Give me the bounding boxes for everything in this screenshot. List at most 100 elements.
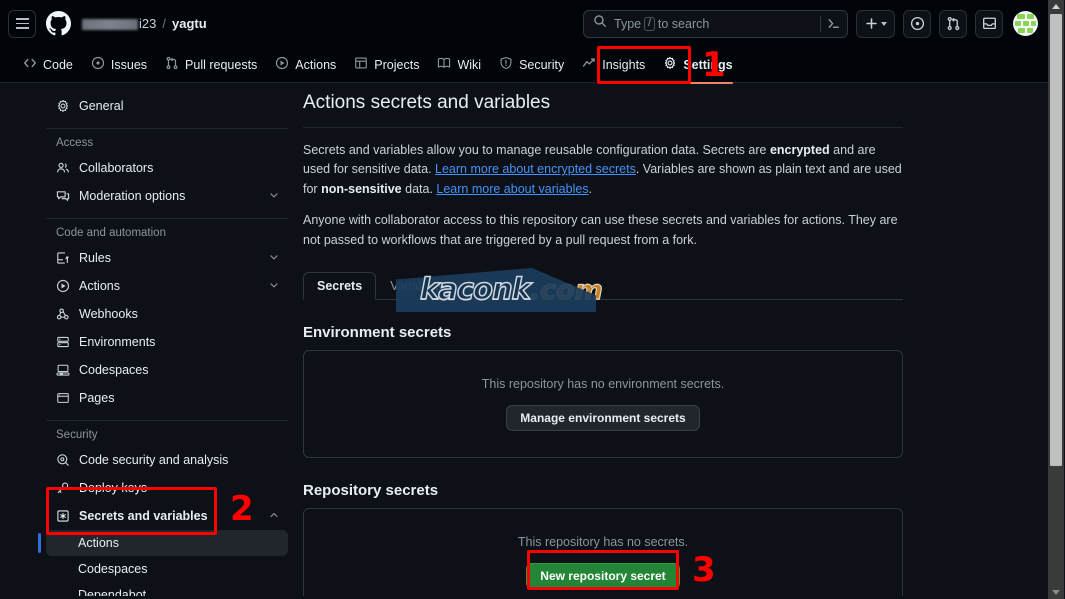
tab-code[interactable]: Code [14,50,82,80]
play-icon [56,279,73,293]
rules-icon [56,251,73,265]
pull-requests-button[interactable] [939,9,967,38]
sidebar-item-collaborators[interactable]: Collaborators [46,154,288,182]
server-icon [56,335,73,349]
tab-security[interactable]: Security [490,50,573,80]
breadcrumb-separator: / [162,16,166,31]
issues-button[interactable] [903,9,931,38]
intro-paragraph-2: Anyone with collaborator access to this … [303,213,898,247]
intro-text-g: . [588,181,593,196]
active-tab-indicator [663,81,733,84]
breadcrumb-repo[interactable]: yagtu [172,16,207,31]
browser-icon [56,391,73,405]
table-icon [354,56,368,73]
link-learn-more-encrypted-secrets[interactable]: Learn more about encrypted secrets [435,162,636,176]
hamburger-menu-icon[interactable] [8,9,36,38]
webhook-icon [56,307,73,321]
environment-secrets-heading: Environment secrets [303,323,452,341]
codescan-icon [56,453,73,467]
codespaces-icon [56,363,73,377]
repository-secrets-blankslate: This repository has no secrets. New repo… [303,507,903,599]
sidebar-item-moderation-options[interactable]: Moderation options [46,182,288,210]
intro-bold-encrypted: encrypted [769,143,830,157]
sidebar-item-codespaces[interactable]: Codespaces [46,356,288,384]
scroll-down-arrow-icon[interactable] [1052,590,1060,595]
link-learn-more-about-variables[interactable]: Learn more about variables [436,182,588,196]
sidebar-item-deploy-keys-label: Deploy keys [79,481,148,495]
chevron-up-icon[interactable] [268,509,280,524]
sidebar-subitem-actions-label: Actions [78,536,119,550]
sidebar-item-moderation-options-label: Moderation options [79,189,186,203]
tab-actions[interactable]: Actions [266,50,345,80]
tab-issues-label: Issues [110,57,148,72]
vertical-scrollbar[interactable] [1048,0,1064,599]
sidebar-item-environments[interactable]: Environments [46,328,288,356]
breadcrumb-owner[interactable]: i23 [82,16,156,31]
secrets-icon [56,509,73,523]
comment-discussion-icon [56,189,73,203]
main-content: Actions secrets and variables Secrets an… [303,92,903,599]
intro-text-f: data. [401,181,437,196]
global-header: i23 / yagtu Type / to search [0,0,1048,47]
avatar[interactable] [1013,11,1038,36]
gear-icon [56,99,73,113]
play-icon [275,56,289,73]
chevron-down-icon[interactable] [268,189,280,204]
sidebar-subitem-codespaces[interactable]: Codespaces [46,556,288,582]
sidebar-item-general[interactable]: General [46,92,288,120]
sidebar-item-deploy-keys[interactable]: Deploy keys [46,474,288,502]
sidebar-item-actions[interactable]: Actions [46,272,288,300]
gear-icon [663,56,677,73]
tab-wiki-label: Wiki [457,57,482,72]
sidebar-item-rules-label: Rules [79,251,111,265]
search-divider [820,15,821,32]
sidebar-item-secrets-and-variables[interactable]: Secrets and variables [46,502,288,530]
github-repository-settings-page: i23 / yagtu Type / to search Code Issues… [0,0,1065,599]
code-icon [23,56,37,73]
chevron-down-icon[interactable] [268,279,280,294]
tab-variables[interactable]: Variables [376,272,455,300]
sidebar-item-pages[interactable]: Pages [46,384,288,412]
intro-text-a: Secrets and variables allow you to manag… [303,143,770,157]
sidebar-item-code-security-and-analysis[interactable]: Code security and analysis [46,446,288,474]
tab-insights[interactable]: Insights [573,50,654,80]
environment-secrets-blankslate: This repository has no environment secre… [303,349,903,458]
repository-nav: Code Issues Pull requests Actions Projec… [0,47,1048,84]
sidebar-subitem-actions[interactable]: Actions [38,530,288,556]
people-icon [56,161,73,175]
github-logo-icon[interactable] [43,9,73,39]
tab-pull-requests[interactable]: Pull requests [156,50,266,80]
notifications-button[interactable] [975,9,1003,38]
scrollbar-thumb[interactable] [1050,14,1062,466]
chevron-down-icon[interactable] [268,251,280,266]
intro-bold-non-sensitive: non-sensitive [321,181,402,196]
page-title: Actions secrets and variables [303,92,551,113]
command-palette-icon[interactable] [820,15,841,32]
tab-secrets[interactable]: Secrets [303,271,377,300]
sidebar-item-webhooks[interactable]: Webhooks [46,300,288,328]
tab-settings-label: Settings [683,57,733,72]
breadcrumb: i23 / yagtu [82,16,207,31]
tab-settings[interactable]: Settings [654,50,741,84]
sidebar-item-pages-label: Pages [79,391,115,405]
manage-environment-secrets-button[interactable]: Manage environment secrets [506,404,700,431]
key-icon [56,481,73,495]
sidebar-group-code-automation-heading: Code and automation [56,227,166,239]
tab-projects[interactable]: Projects [345,50,428,80]
sidebar-item-general-label: General [79,99,124,113]
sidebar-group-access-heading: Access [56,137,94,149]
sidebar-item-webhooks-label: Webhooks [79,307,138,321]
search-icon [593,14,607,33]
create-new-button[interactable] [856,9,895,38]
git-pull-request-icon [165,56,179,73]
tab-wiki[interactable]: Wiki [428,50,490,80]
new-repository-secret-button[interactable]: New repository secret [526,562,680,589]
sidebar-item-rules[interactable]: Rules [46,244,288,272]
scroll-up-arrow-icon[interactable] [1052,4,1060,9]
sidebar-item-secrets-and-variables-label: Secrets and variables [79,509,208,523]
tab-pull-requests-label: Pull requests [185,57,258,72]
search-input[interactable]: Type / to search [583,9,848,38]
tab-issues[interactable]: Issues [82,50,156,80]
graph-icon [582,56,596,73]
repository-secrets-empty-message: This repository has no secrets. [517,534,689,549]
